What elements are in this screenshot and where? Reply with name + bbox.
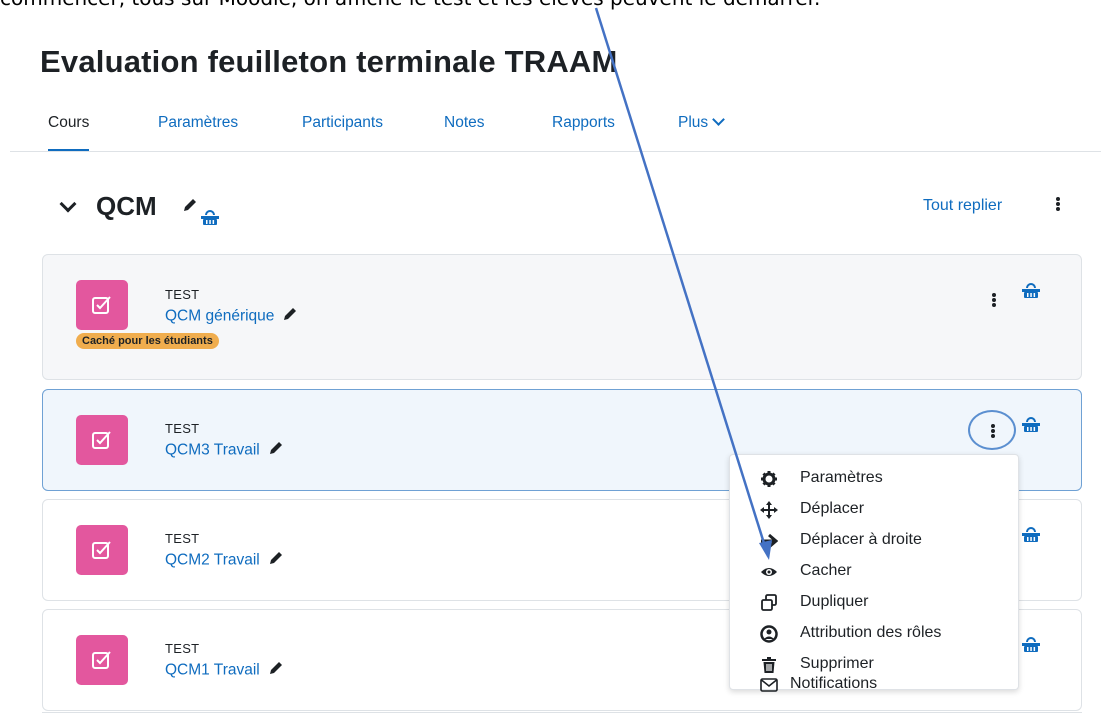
menu-item-deplacer[interactable]: Déplacer: [730, 494, 1018, 525]
edit-pencil-icon[interactable]: [268, 440, 284, 461]
arrow-right-icon: [760, 532, 779, 550]
duplicate-icon: [760, 594, 778, 612]
activity-type: TEST: [165, 287, 200, 302]
gear-icon: [760, 470, 778, 488]
basket-icon[interactable]: [1021, 637, 1041, 658]
edit-pencil-icon[interactable]: [268, 660, 284, 681]
basket-icon[interactable]: [200, 210, 220, 231]
activity-type: TEST: [165, 531, 200, 546]
eye-icon: [760, 563, 778, 581]
activity-link[interactable]: QCM2 Travail: [165, 550, 284, 571]
collapse-all-link[interactable]: Tout replier: [923, 197, 1002, 215]
quiz-icon: [76, 525, 128, 575]
tab-participants[interactable]: Participants: [302, 104, 383, 150]
activity-type: TEST: [165, 421, 200, 436]
envelope-icon: [760, 676, 778, 694]
tab-parametres[interactable]: Paramètres: [158, 104, 238, 150]
menu-item-cacher[interactable]: Cacher: [730, 556, 1018, 587]
activity-kebab-icon[interactable]: [991, 292, 997, 308]
activity-link[interactable]: QCM1 Travail: [165, 660, 284, 681]
trash-icon: [760, 656, 778, 674]
hidden-badge: Caché pour les étudiants: [76, 333, 219, 349]
quiz-icon: [76, 280, 128, 330]
activity-link[interactable]: QCM générique: [165, 306, 298, 327]
edit-pencil-icon[interactable]: [282, 306, 298, 327]
chevron-down-icon: [712, 113, 726, 126]
menu-item-attribution-roles[interactable]: Attribution des rôles: [730, 618, 1018, 649]
page-title: Evaluation feuilleton terminale TRAAM: [40, 44, 618, 79]
activity-link[interactable]: QCM3 Travail: [165, 440, 284, 461]
activity-kebab-icon[interactable]: [990, 423, 996, 439]
annotation-caption: commencer, tous sur Moodle, on affiche l…: [0, 0, 1101, 16]
tab-notes[interactable]: Notes: [444, 104, 485, 150]
tab-cours[interactable]: Cours: [48, 104, 90, 152]
next-card-edge: [42, 712, 1082, 723]
basket-icon[interactable]: [1021, 417, 1041, 438]
activity-type: TEST: [165, 641, 200, 656]
user-circle-icon: [760, 625, 778, 643]
basket-icon[interactable]: [1021, 527, 1041, 548]
menu-item-parametres[interactable]: Paramètres: [730, 463, 1018, 494]
move-icon: [760, 501, 778, 519]
section-title: QCM: [96, 191, 157, 221]
basket-icon[interactable]: [1021, 283, 1041, 304]
quiz-icon: [76, 415, 128, 465]
activity-action-menu: Paramètres Déplacer Déplacer à droite Ca…: [729, 454, 1019, 692]
menu-item-deplacer-droite[interactable]: Déplacer à droite: [730, 525, 1018, 556]
section-menu-kebab-icon[interactable]: [1055, 196, 1061, 212]
nav-divider: [10, 151, 1101, 152]
activity-card: TEST QCM générique Caché pour les étudia…: [42, 254, 1082, 380]
tab-rapports[interactable]: Rapports: [552, 104, 615, 150]
edit-pencil-icon[interactable]: [268, 550, 284, 571]
edit-pencil-icon[interactable]: [182, 197, 198, 218]
collapse-chevron-icon[interactable]: [59, 195, 77, 213]
tab-plus[interactable]: Plus: [678, 104, 726, 150]
quiz-icon: [76, 635, 128, 685]
menu-item-dupliquer[interactable]: Dupliquer: [730, 587, 1018, 618]
